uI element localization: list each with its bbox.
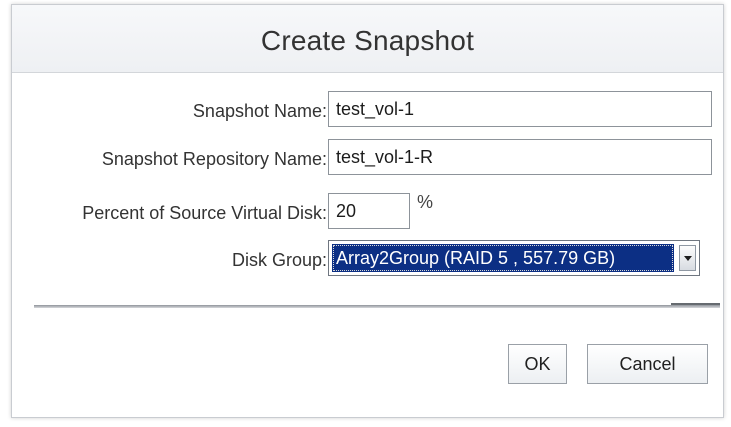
snapshot-name-input[interactable] [328,91,712,127]
disk-group-label: Disk Group: [231,250,327,270]
snapshot-name-label: Snapshot Name: [192,101,327,121]
percent-source-virtual-disk-input[interactable] [328,193,410,229]
chevron-down-icon[interactable] [679,245,696,271]
ok-button[interactable]: OK [508,344,567,384]
dialog-separator [34,305,720,308]
disk-group-selected-value[interactable]: Array2Group (RAID 5 , 557.79 GB) [332,244,674,272]
snapshot-repository-name-row: Snapshot Repository Name: [12,139,723,179]
percent-source-virtual-disk-label: Percent of Source Virtual Disk: [82,203,327,223]
snapshot-repository-name-label: Snapshot Repository Name: [101,149,327,169]
cancel-button[interactable]: Cancel [587,344,708,384]
percent-symbol: % [417,192,434,212]
separator-accent [671,303,720,305]
snapshot-name-row: Snapshot Name: [12,91,723,131]
disk-group-select[interactable]: Array2Group (RAID 5 , 557.79 GB) [328,240,700,276]
snapshot-repository-name-input[interactable] [328,139,712,175]
disk-group-row: Disk Group: Array2Group (RAID 5 , 557.79… [12,240,723,280]
dialog-header: Create Snapshot [12,5,723,73]
percent-source-virtual-disk-row: Percent of Source Virtual Disk: % [12,192,723,233]
create-snapshot-dialog: Create Snapshot Snapshot Name: Snapshot … [11,4,724,418]
dialog-title: Create Snapshot [260,25,475,56]
